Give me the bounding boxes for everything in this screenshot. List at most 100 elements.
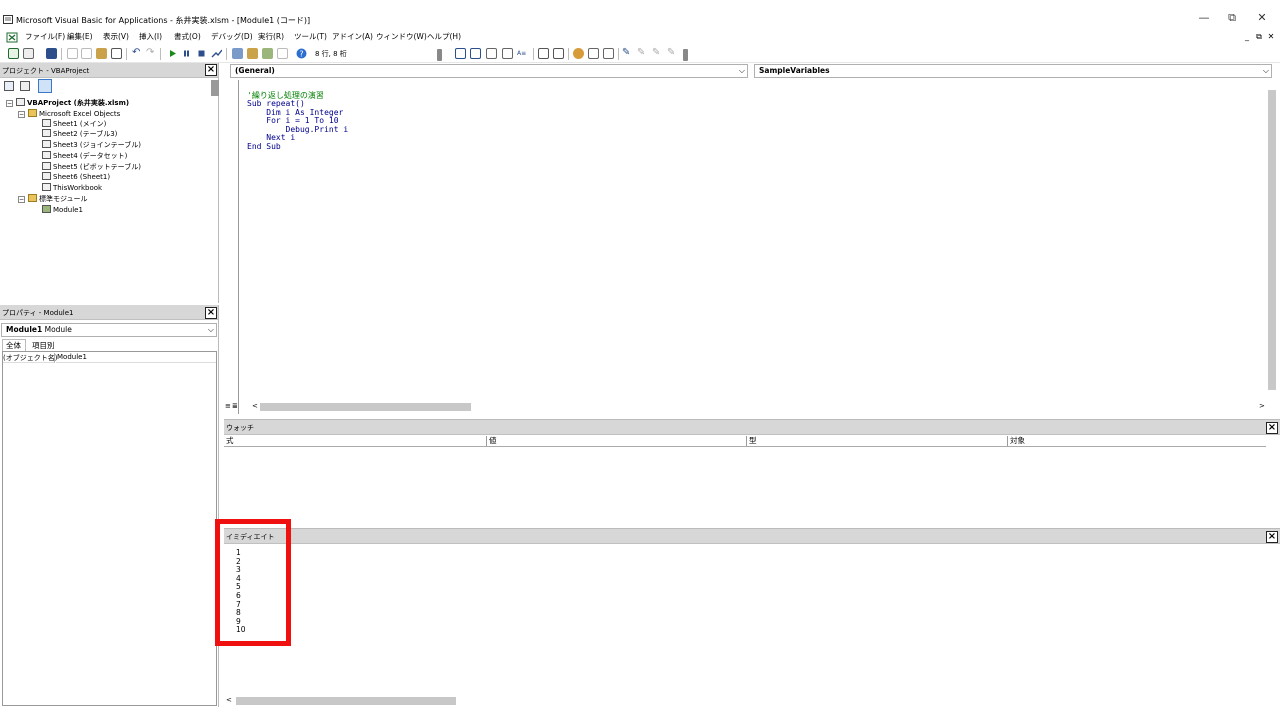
undo-icon[interactable]: ↶ xyxy=(132,48,143,59)
close-button[interactable]: ✕ xyxy=(1250,10,1274,26)
comment-block-icon[interactable] xyxy=(538,48,549,59)
properties-object-selector[interactable]: Module1 Module ⌵ xyxy=(1,323,217,337)
scroll-thumb[interactable] xyxy=(260,403,471,411)
quick-info-icon[interactable]: A≡ xyxy=(517,48,528,59)
project-explorer-panel: プロジェクト - VBAProject × − VBAProject (糸井実装… xyxy=(0,63,219,303)
outdent-icon[interactable] xyxy=(470,48,481,59)
menu-help[interactable]: ヘルプ(H) xyxy=(427,31,461,42)
watch-col-type[interactable]: 型 xyxy=(746,436,757,446)
break-icon[interactable] xyxy=(181,48,192,59)
scroll-right-icon[interactable]: > xyxy=(1259,402,1265,410)
tree-sheet4[interactable]: Sheet4 (データセット) xyxy=(42,151,127,161)
list-properties-icon[interactable] xyxy=(486,48,497,59)
redo-icon[interactable]: ↷ xyxy=(146,48,157,59)
indent-icon[interactable] xyxy=(455,48,466,59)
tree-folder-objects[interactable]: Microsoft Excel Objects xyxy=(28,109,120,119)
object-combo[interactable]: (General) ⌵ xyxy=(230,64,748,78)
margin-indicator-bar[interactable] xyxy=(225,80,239,414)
procedure-combo[interactable]: SampleVariables ⌵ xyxy=(754,64,1272,78)
reset-icon[interactable] xyxy=(196,48,207,59)
toggle-bookmark-icon[interactable]: ✎ xyxy=(622,48,633,59)
scroll-left-icon[interactable]: < xyxy=(252,402,258,410)
help-icon[interactable]: ? xyxy=(296,48,307,59)
menu-tools[interactable]: ツール(T) xyxy=(294,31,327,42)
menu-format[interactable]: 書式(O) xyxy=(174,31,201,42)
scroll-left-icon[interactable]: < xyxy=(226,696,232,704)
watch-col-context[interactable]: 対象 xyxy=(1007,436,1025,446)
cut-icon[interactable] xyxy=(67,48,78,59)
toggle-folders-icon[interactable] xyxy=(38,79,52,93)
tree-thisworkbook[interactable]: ThisWorkbook xyxy=(42,183,102,193)
tab-category[interactable]: 項目別 xyxy=(28,340,62,351)
immediate-vertical-scrollbar[interactable] xyxy=(1266,546,1278,696)
menu-window[interactable]: ウィンドウ(W) xyxy=(376,31,427,42)
watch-col-value[interactable]: 値 xyxy=(486,436,497,446)
view-code-icon[interactable] xyxy=(4,81,14,91)
menu-addins[interactable]: アドイン(A) xyxy=(332,31,373,42)
copy-icon[interactable] xyxy=(81,48,92,59)
complete-word-icon[interactable] xyxy=(588,48,599,59)
code-vertical-scrollbar[interactable] xyxy=(1266,80,1278,402)
insert-module-icon[interactable] xyxy=(23,48,34,59)
tree-module1[interactable]: Module1 xyxy=(42,205,83,215)
immediate-close-button[interactable]: × xyxy=(1266,531,1278,543)
tree-sheet2[interactable]: Sheet2 (テーブル3) xyxy=(42,129,117,139)
procedure-view-icon[interactable]: ≡ xyxy=(225,402,232,410)
mdi-restore-button[interactable]: ⧉ xyxy=(1254,32,1264,42)
menu-insert[interactable]: 挿入(I) xyxy=(139,31,162,42)
properties-window-icon[interactable] xyxy=(247,48,258,59)
toolbox-icon[interactable] xyxy=(277,48,288,59)
menu-file[interactable]: ファイル(F) xyxy=(25,31,65,42)
prop-value-cell[interactable]: Module1 xyxy=(56,353,216,363)
scroll-thumb[interactable] xyxy=(1268,90,1276,390)
view-object-icon[interactable] xyxy=(20,81,30,91)
previous-bookmark-icon[interactable]: ✎ xyxy=(652,48,663,59)
project-scrollbar[interactable] xyxy=(211,80,219,96)
project-close-button[interactable]: × xyxy=(205,64,217,76)
menu-debug[interactable]: デバッグ(D) xyxy=(211,31,253,42)
object-browser-icon[interactable] xyxy=(262,48,273,59)
toolbar-grip[interactable] xyxy=(683,49,688,61)
full-module-view-icon[interactable]: ≣ xyxy=(232,402,239,410)
excel-view-icon[interactable] xyxy=(6,32,18,43)
tree-sheet1[interactable]: Sheet1 (メイン) xyxy=(42,119,106,129)
scroll-thumb[interactable] xyxy=(236,697,456,705)
save-icon[interactable] xyxy=(46,48,57,59)
tree-sheet5[interactable]: Sheet5 (ピボットテーブル) xyxy=(42,162,141,172)
toggle-breakpoint-icon[interactable] xyxy=(573,48,584,59)
run-icon[interactable] xyxy=(167,48,178,59)
design-mode-icon[interactable] xyxy=(211,48,222,59)
restore-button[interactable]: ⧉ xyxy=(1220,10,1244,26)
minimize-button[interactable]: — xyxy=(1192,10,1216,26)
menu-run[interactable]: 実行(R) xyxy=(258,31,284,42)
collapse-icon[interactable]: − xyxy=(18,196,25,203)
tree-sheet3[interactable]: Sheet3 (ジョインテーブル) xyxy=(42,140,141,150)
watch-col-expression[interactable]: 式 xyxy=(224,436,234,446)
menu-view[interactable]: 表示(V) xyxy=(103,31,129,42)
view-excel-icon[interactable] xyxy=(8,48,19,59)
code-horizontal-scrollbar[interactable]: < > xyxy=(252,402,1272,412)
tree-sheet6[interactable]: Sheet6 (Sheet1) xyxy=(42,172,110,182)
mdi-minimize-button[interactable]: _ xyxy=(1242,32,1252,41)
mdi-close-button[interactable]: ✕ xyxy=(1266,32,1276,41)
menu-edit[interactable]: 編集(E) xyxy=(67,31,93,42)
parameter-info-icon[interactable] xyxy=(603,48,614,59)
list-constants-icon[interactable] xyxy=(502,48,513,59)
sheet-icon xyxy=(42,129,51,137)
tab-all[interactable]: 全体 xyxy=(2,339,26,351)
uncomment-block-icon[interactable] xyxy=(553,48,564,59)
watch-close-button[interactable]: × xyxy=(1266,422,1278,434)
toolbar-grip[interactable] xyxy=(437,49,442,61)
paste-icon[interactable] xyxy=(96,48,107,59)
immediate-horizontal-scrollbar[interactable]: < xyxy=(226,696,1266,706)
collapse-icon[interactable]: − xyxy=(6,100,13,107)
find-icon[interactable] xyxy=(111,48,122,59)
next-bookmark-icon[interactable]: ✎ xyxy=(637,48,648,59)
watch-vertical-scrollbar[interactable] xyxy=(1266,437,1278,525)
collapse-icon[interactable]: − xyxy=(18,111,25,118)
tree-project-root[interactable]: VBAProject (糸井実装.xlsm) xyxy=(16,98,129,108)
clear-bookmarks-icon[interactable]: ✎ xyxy=(667,48,678,59)
tree-folder-modules[interactable]: 標準モジュール xyxy=(28,194,88,204)
properties-close-button[interactable]: × xyxy=(205,307,217,319)
project-explorer-icon[interactable] xyxy=(232,48,243,59)
